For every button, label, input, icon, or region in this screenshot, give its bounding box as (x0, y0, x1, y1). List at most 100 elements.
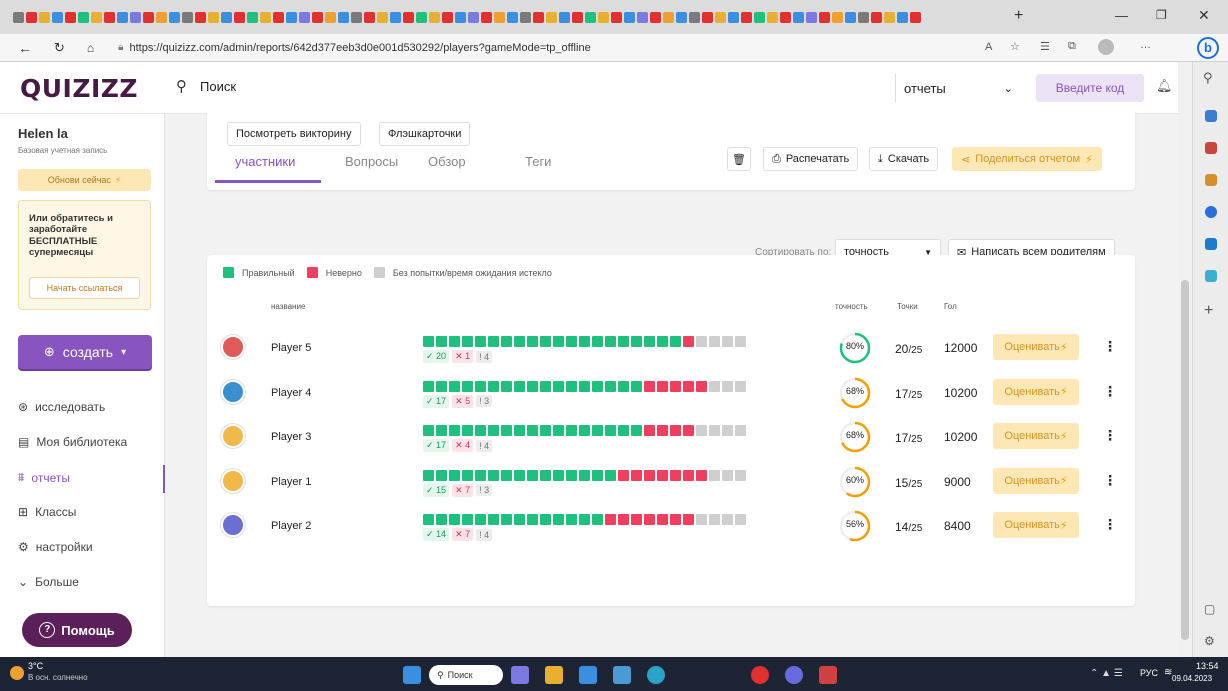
answer-segment-skip[interactable] (696, 336, 707, 347)
browser-tab-favicon[interactable] (325, 11, 336, 23)
answer-segment-correct[interactable] (605, 469, 616, 481)
answer-segment-skip[interactable] (735, 514, 746, 525)
browser-tab-favicon[interactable] (468, 11, 479, 23)
answer-segment-correct[interactable] (644, 336, 655, 347)
answer-segment-correct[interactable] (605, 336, 616, 347)
delete-button[interactable]: 🗑︎ (727, 147, 751, 171)
sidebar-item-0[interactable]: ⊛ исследовать (18, 400, 105, 414)
more-icon[interactable]: … (1140, 39, 1151, 51)
answer-segment-correct[interactable] (462, 380, 473, 392)
answer-segment-correct[interactable] (514, 514, 525, 525)
split-screen-icon[interactable]: ▢ (1204, 602, 1215, 616)
answer-segment-correct[interactable] (475, 380, 486, 392)
answer-segment-correct[interactable] (618, 380, 629, 392)
answer-segment-correct[interactable] (592, 336, 603, 347)
answer-segment-correct[interactable] (475, 514, 486, 525)
sidebar-item-3[interactable]: ⊞ Классы (18, 505, 76, 519)
start-icon[interactable] (403, 666, 421, 684)
answer-segment-correct[interactable] (501, 469, 512, 481)
office-icon[interactable] (1205, 206, 1217, 218)
answer-segment-correct[interactable] (423, 469, 434, 481)
answer-segment-wrong[interactable] (631, 469, 642, 481)
browser-tab-favicon[interactable] (715, 11, 726, 23)
clock-time[interactable]: 13:54 (1196, 661, 1219, 671)
answer-segment-wrong[interactable] (657, 380, 668, 392)
answer-segment-wrong[interactable] (670, 514, 681, 525)
view-quiz-button[interactable]: Посмотреть викторину (227, 122, 361, 146)
answer-segment-correct[interactable] (527, 469, 538, 481)
answer-segment-wrong[interactable] (618, 469, 629, 481)
browser-tab-favicon[interactable] (416, 11, 427, 23)
tab-3[interactable]: Теги (525, 154, 551, 169)
browser-tab-favicon[interactable] (169, 11, 180, 23)
table-row[interactable]: Player 5 ✓ 20 ✕ 1! 4 80% 20/25 12000 Оценивать… (207, 330, 1135, 375)
answer-segment-correct[interactable] (501, 336, 512, 347)
answer-segment-correct[interactable] (514, 425, 525, 436)
download-button[interactable]: ⤓ Скачать (869, 147, 939, 171)
answer-segment-correct[interactable] (423, 514, 434, 525)
outlook-icon[interactable] (1205, 238, 1217, 250)
answer-segment-wrong[interactable] (657, 469, 668, 481)
more-options-icon[interactable]: ⋮ (1103, 472, 1117, 489)
answer-segment-correct[interactable] (462, 469, 473, 481)
browser-tab-favicon[interactable] (91, 11, 102, 23)
browser-tab-favicon[interactable] (832, 11, 843, 23)
answer-segment-correct[interactable] (631, 425, 642, 436)
browser-tab-favicon[interactable] (260, 11, 271, 23)
chat-icon[interactable] (511, 666, 529, 684)
browser-tab-favicon[interactable] (689, 11, 700, 23)
browser-tab-favicon[interactable] (897, 11, 908, 23)
answer-segment-correct[interactable] (475, 336, 486, 347)
browser-tab-favicon[interactable] (403, 11, 414, 23)
browser-tab-favicon[interactable] (234, 11, 245, 23)
refresh-icon[interactable]: ↻ (54, 40, 65, 56)
answer-segment-correct[interactable] (605, 425, 616, 436)
answer-segment-correct[interactable] (579, 336, 590, 347)
gear-icon[interactable]: ⚙ (1204, 634, 1215, 648)
answer-segment-correct[interactable] (540, 469, 551, 481)
browser-tab-favicon[interactable] (585, 11, 596, 23)
answer-segment-correct[interactable] (501, 425, 512, 436)
answer-segment-correct[interactable] (553, 336, 564, 347)
weather-temp[interactable]: 3°C (28, 661, 43, 671)
answer-segment-correct[interactable] (657, 336, 668, 347)
explorer-icon[interactable] (545, 666, 563, 684)
app-icon[interactable] (785, 666, 803, 684)
answer-segment-correct[interactable] (514, 336, 525, 347)
answer-segment-correct[interactable] (579, 514, 590, 525)
browser-tab-favicon[interactable] (299, 11, 310, 23)
answer-segment-correct[interactable] (488, 469, 499, 481)
weather-desc[interactable]: В осн. солнечно (28, 673, 88, 682)
answer-segment-wrong[interactable] (631, 514, 642, 525)
share-report-button[interactable]: ⋖ Поделиться отчетом ⚡︎ (952, 147, 1102, 171)
browser-tab-favicon[interactable] (520, 11, 531, 23)
back-icon[interactable]: ← (18, 40, 32, 56)
grade-button[interactable]: Оценивать ⚡︎ (993, 467, 1079, 494)
answer-segment-correct[interactable] (449, 380, 460, 392)
browser-tab-favicon[interactable] (104, 11, 115, 23)
answer-segment-correct[interactable] (501, 380, 512, 392)
store-icon[interactable] (579, 666, 597, 684)
answer-segment-skip[interactable] (735, 380, 746, 392)
browser-tab-favicon[interactable] (507, 11, 518, 23)
answer-segment-correct[interactable] (488, 380, 499, 392)
answer-segment-wrong[interactable] (618, 514, 629, 525)
answer-segment-wrong[interactable] (683, 469, 694, 481)
calendar-icon[interactable] (613, 666, 631, 684)
table-row[interactable]: Player 1 ✓ 15 ✕ 7! 3 60% 15/25 9000 Оценивать … (207, 464, 1135, 509)
answer-segment-correct[interactable] (475, 469, 486, 481)
answer-segment-correct[interactable] (540, 514, 551, 525)
browser-tab-favicon[interactable] (481, 11, 492, 23)
collections-icon[interactable]: ⧉ (1068, 40, 1076, 53)
browser-tab-favicon[interactable] (754, 11, 765, 23)
browser-tab-favicon[interactable] (156, 11, 167, 23)
tab-strip[interactable] (0, 11, 922, 23)
answer-segment-correct[interactable] (592, 514, 603, 525)
answer-segment-correct[interactable] (462, 336, 473, 347)
answer-segment-correct[interactable] (592, 425, 603, 436)
answer-segment-correct[interactable] (553, 425, 564, 436)
favorite-icon[interactable]: ☆ (1010, 40, 1020, 53)
answer-segment-correct[interactable] (462, 514, 473, 525)
browser-tab-favicon[interactable] (13, 11, 24, 23)
answer-segment-skip[interactable] (722, 380, 733, 392)
